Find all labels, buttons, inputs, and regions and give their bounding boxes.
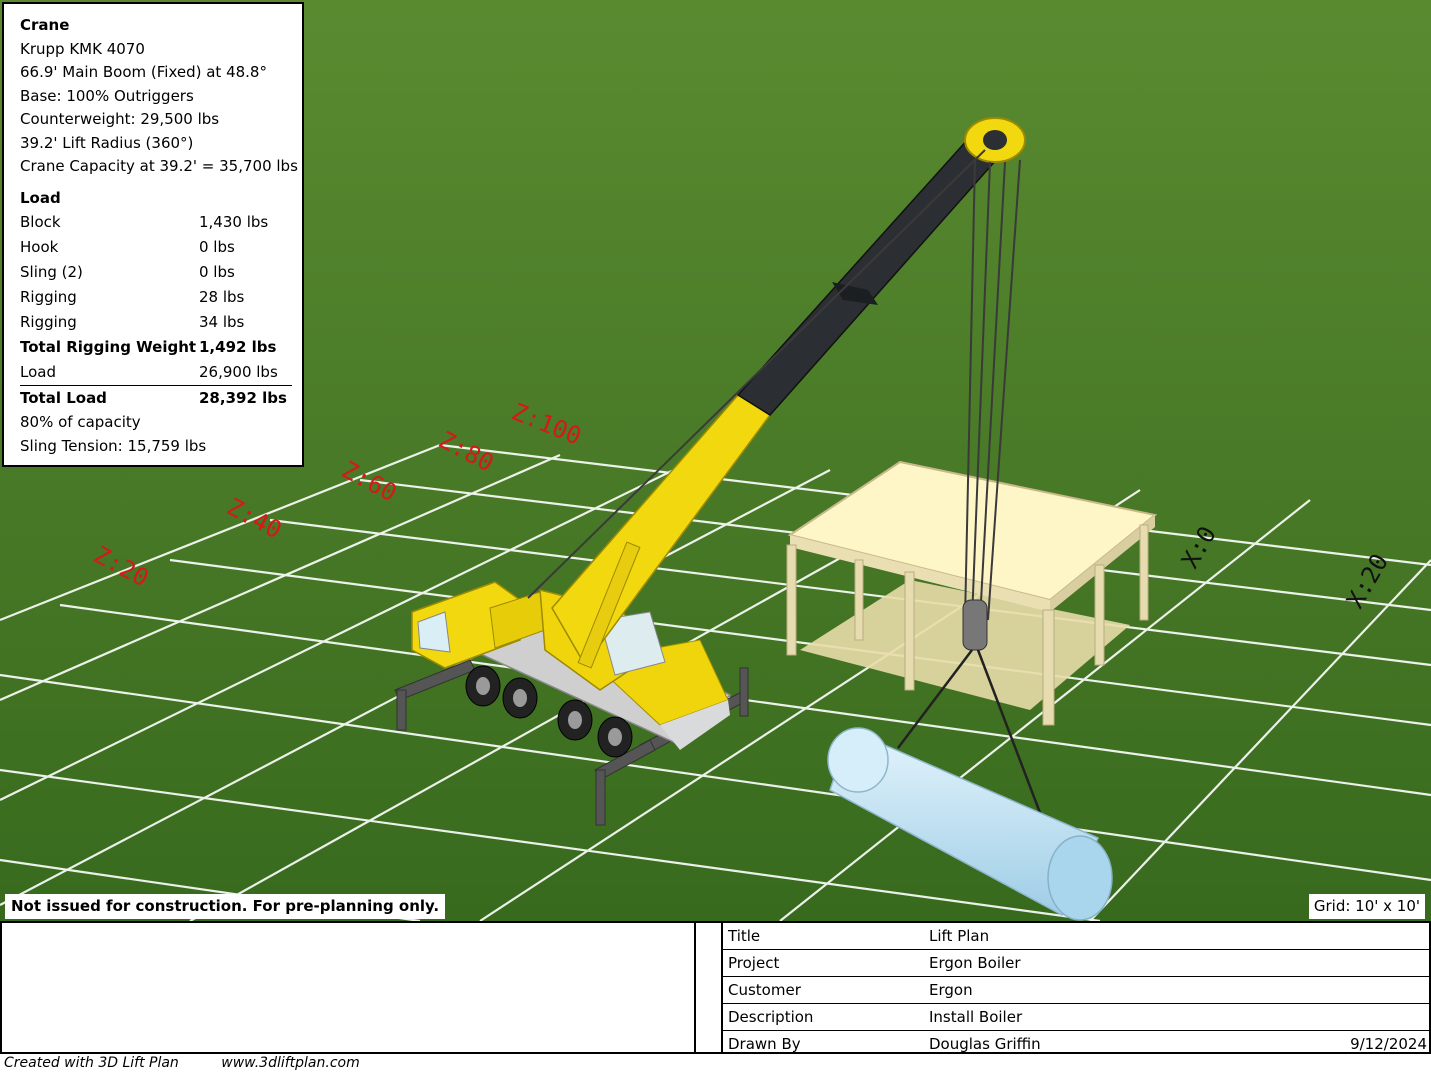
load-row-value: 26,900 lbs (199, 363, 278, 381)
footer-created: Created with 3D Lift Plan (4, 1055, 179, 1071)
percent-capacity: 80% of capacity (20, 413, 141, 431)
drawn-by-row: Drawn By Douglas Griffin 9/12/2024 (723, 1031, 1431, 1057)
load-row-hook: Hook 0 lbs (20, 235, 302, 260)
load-row-label: Sling (2) (20, 263, 83, 281)
project-row-label: Project (728, 954, 780, 972)
load-row-block: Block 1,430 lbs (20, 210, 302, 235)
load-heading: Load (20, 188, 61, 207)
customer-row-value: Ergon (929, 981, 973, 999)
footer: Created with 3D Lift Plan www.3dliftplan… (4, 1055, 398, 1071)
crane-capacity: Crane Capacity at 39.2' = 35,700 lbs (20, 157, 298, 175)
crane-boom: 66.9' Main Boom (Fixed) at 48.8° (20, 63, 267, 81)
load-row-sling: Sling (2) 0 lbs (20, 260, 302, 285)
load-row-value: 34 lbs (199, 313, 245, 331)
load-row-value: 28 lbs (199, 288, 245, 306)
project-row: Project Ergon Boiler (723, 950, 1431, 977)
load-row-total-rigging: Total Rigging Weight 1,492 lbs (20, 335, 302, 360)
project-row-value: Ergon Boiler (929, 954, 1021, 972)
load-row-value: 0 lbs (199, 263, 235, 281)
load-row-label: Total Rigging Weight (20, 338, 197, 356)
title-row-label: Title (728, 927, 761, 945)
load-row-total-load: Total Load 28,392 lbs (20, 386, 302, 411)
drawn-by-row-label: Drawn By (728, 1035, 801, 1053)
load-row-label: Rigging (20, 313, 77, 331)
load-row-label: Hook (20, 238, 59, 256)
load-row-rigging-2: Rigging 34 lbs (20, 310, 302, 335)
load-row-label: Block (20, 213, 61, 231)
title-block: Title Lift Plan Project Ergon Boiler Cus… (0, 921, 1431, 1054)
load-row-value: 0 lbs (199, 238, 235, 256)
load-row-label: Load (20, 363, 56, 381)
load-row-label: Total Load (20, 389, 107, 407)
drawn-by-row-value: Douglas Griffin (929, 1035, 1041, 1053)
crane-info-panel: Crane Krupp KMK 4070 66.9' Main Boom (Fi… (2, 2, 304, 467)
load-row-label: Rigging (20, 288, 77, 306)
drawn-date: 9/12/2024 (1350, 1035, 1427, 1053)
title-block-table: Title Lift Plan Project Ergon Boiler Cus… (721, 923, 1431, 1053)
description-row: Description Install Boiler (723, 1004, 1431, 1031)
grid-size-label: Grid: 10' x 10' (1308, 894, 1425, 919)
description-row-label: Description (728, 1008, 814, 1026)
customer-row: Customer Ergon (723, 977, 1431, 1004)
crane-radius: 39.2' Lift Radius (360°) (20, 133, 194, 152)
crane-model: Krupp KMK 4070 (20, 39, 145, 58)
load-row-rigging-1: Rigging 28 lbs (20, 285, 302, 310)
title-row-value: Lift Plan (929, 927, 990, 945)
customer-row-label: Customer (728, 981, 801, 999)
load-row-value: 28,392 lbs (199, 389, 287, 407)
notes-area (2, 923, 696, 1052)
load-row-value: 1,492 lbs (199, 338, 277, 356)
crane-counterweight: Counterweight: 29,500 lbs (20, 110, 220, 128)
disclaimer-banner: Not issued for construction. For pre-pla… (5, 894, 446, 919)
load-row-value: 1,430 lbs (199, 213, 269, 231)
load-row-load: Load 26,900 lbs (20, 360, 292, 386)
crane-base: Base: 100% Outriggers (20, 86, 194, 105)
footer-website[interactable]: www.3dliftplan.com (221, 1055, 359, 1071)
description-row-value: Install Boiler (929, 1008, 1023, 1026)
sling-tension: Sling Tension: 15,759 lbs (20, 436, 207, 455)
crane-heading: Crane (20, 16, 70, 34)
title-row: Title Lift Plan (723, 923, 1431, 950)
